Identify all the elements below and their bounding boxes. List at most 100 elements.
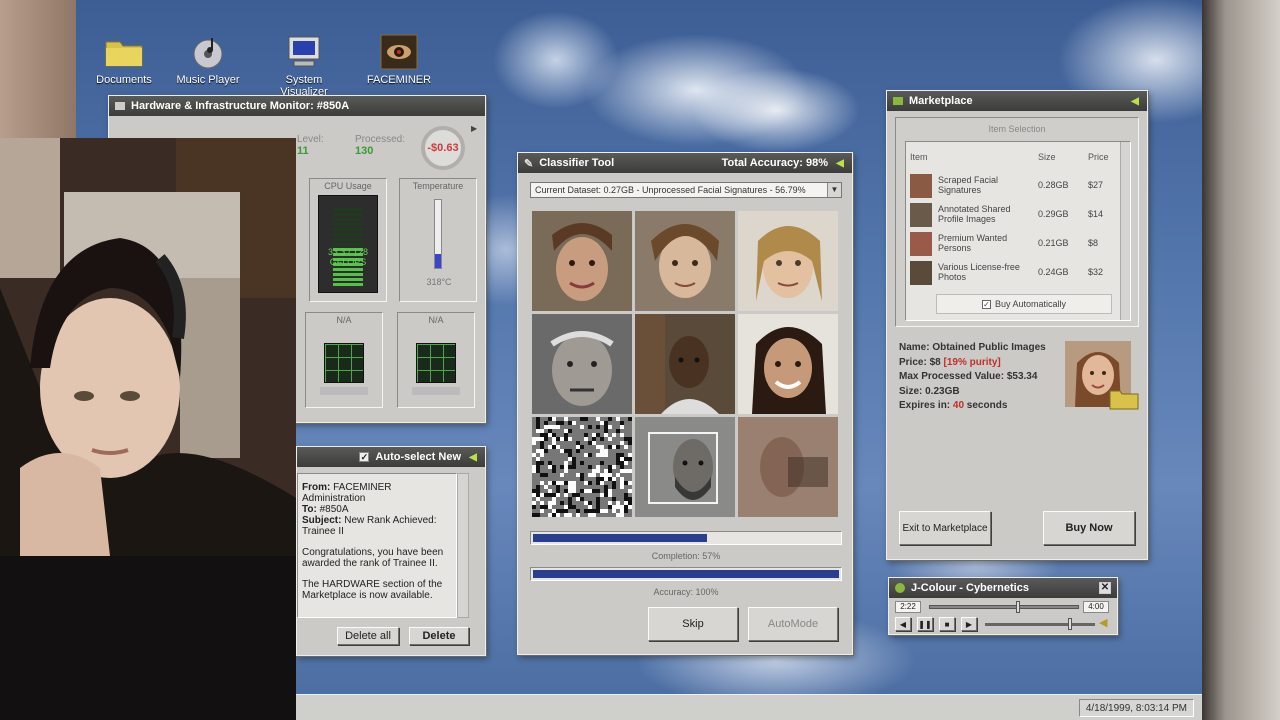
room-wall-right	[1202, 0, 1280, 720]
volume-thumb[interactable]	[1067, 618, 1072, 630]
face-tile[interactable]	[532, 211, 632, 311]
chevron-down-icon[interactable]: ▼	[827, 183, 841, 197]
market-item-row[interactable]: Premium Wanted Persons 0.21GB $8	[910, 230, 1116, 258]
minimize-icon[interactable]: ◀	[467, 451, 479, 463]
processed-value: 130	[355, 145, 374, 157]
classifier-title: Classifier Tool	[539, 157, 615, 169]
cpu-meter-bar	[333, 268, 363, 271]
monitor-icon	[284, 34, 324, 70]
item-price: $8	[1088, 238, 1099, 248]
close-icon[interactable]: ✕	[1099, 582, 1111, 594]
face-grid	[532, 211, 838, 517]
cpu-meter-bar	[333, 223, 363, 226]
classifier-titlebar[interactable]: ✎ Classifier Tool Total Accuracy: 98% ◀	[518, 153, 852, 173]
webcam-overlay	[0, 138, 296, 556]
temperature-panel: Temperature 318°C	[399, 178, 477, 302]
previous-icon[interactable]: ◀	[895, 617, 911, 631]
temperature-value: 318°C	[426, 277, 452, 287]
detail-price: Price: $8 [19% purity]	[899, 356, 1046, 371]
completion-progress-fill	[533, 534, 708, 542]
to-value: #850A	[319, 504, 349, 515]
desktop-icon-label: Music Player	[176, 74, 240, 86]
mail-window: ✓ Auto-select New ◀ From: FACEMINER Admi…	[296, 446, 486, 656]
cpu-meter-bar	[333, 218, 363, 221]
stop-icon[interactable]: ■	[939, 617, 955, 631]
market-list-scrollbar[interactable]	[1120, 142, 1130, 320]
seek-thumb[interactable]	[1016, 601, 1021, 613]
face-tile-noise[interactable]	[532, 417, 632, 517]
temperature-label: Temperature	[412, 181, 464, 191]
delete-all-button[interactable]: Delete all	[337, 627, 399, 645]
item-price: $27	[1088, 180, 1104, 190]
to-label: To:	[302, 504, 317, 515]
level-stat: Level: 11	[297, 134, 324, 157]
completion-progress	[530, 531, 842, 545]
market-item-row[interactable]: Annotated Shared Profile Images 0.29GB $…	[910, 201, 1116, 229]
hardware-slot-b: N/A	[397, 312, 475, 408]
hardware-monitor-titlebar[interactable]: Hardware & Infrastructure Monitor: #850A	[109, 96, 485, 116]
desktop-icon-faceminer[interactable]: FACEMINER	[357, 34, 441, 86]
marketplace-icon	[893, 97, 903, 105]
face-tile[interactable]	[532, 314, 632, 414]
skip-button[interactable]: Skip	[648, 607, 738, 641]
hardware-monitor-title: Hardware & Infrastructure Monitor: #850A	[131, 100, 350, 112]
total-accuracy: Total Accuracy: 98%	[721, 157, 828, 169]
item-size: 0.21GB	[1038, 238, 1069, 248]
detail-expires-suffix: seconds	[964, 400, 1008, 411]
webcam-feed	[0, 138, 296, 556]
item-name: Various License-free Photos	[938, 262, 1020, 282]
expand-arrow-icon[interactable]: ▶	[471, 124, 481, 170]
music-icon	[895, 583, 905, 593]
thermometer-fill	[435, 254, 441, 268]
next-icon[interactable]: ▶	[961, 617, 977, 631]
completion-label: Completion: 57%	[651, 551, 721, 561]
mail-titlebar[interactable]: ✓ Auto-select New ◀	[297, 447, 485, 467]
mail-scrollbar[interactable]	[457, 473, 469, 618]
seek-track[interactable]	[929, 601, 1079, 613]
folder-icon	[104, 34, 144, 70]
automode-button[interactable]: AutoMode	[748, 607, 838, 641]
pen-icon: ✎	[524, 157, 534, 170]
market-item-row[interactable]: Scraped Facial Signatures 0.28GB $27	[910, 172, 1116, 200]
media-player-titlebar[interactable]: J-Colour - Cybernetics ✕	[889, 578, 1117, 598]
item-price: $14	[1088, 209, 1104, 219]
desktop-icon-documents[interactable]: Documents	[82, 34, 166, 86]
detail-price-value: Price: $8	[899, 356, 944, 368]
cpu-meter-bar	[333, 238, 363, 241]
folder-icon	[1109, 388, 1139, 413]
volume-track[interactable]	[985, 618, 1095, 630]
delete-button[interactable]: Delete	[409, 627, 469, 645]
face-tile-selected[interactable]	[635, 417, 735, 517]
face-tile[interactable]	[738, 314, 838, 414]
speaker-icon: ◀	[1099, 617, 1108, 629]
face-tile[interactable]	[635, 314, 735, 414]
marketplace-titlebar[interactable]: Marketplace ◀	[887, 91, 1147, 111]
buy-now-button[interactable]: Buy Now	[1043, 511, 1135, 545]
grid-screen-icon	[324, 343, 364, 383]
processed-stat: Processed: 130	[355, 134, 405, 157]
auto-select-label: Auto-select New	[375, 451, 461, 463]
detail-expires-value: 40	[952, 400, 965, 411]
desktop-icon-music-player[interactable]: Music Player	[166, 34, 250, 86]
item-detail: Name: Obtained Public Images Price: $8 […	[899, 341, 1046, 414]
face-tile[interactable]	[635, 211, 735, 311]
item-thumbnail	[910, 261, 932, 285]
face-tile[interactable]	[738, 417, 838, 517]
accuracy-progress-fill	[533, 570, 839, 578]
face-tile[interactable]	[738, 211, 838, 311]
buy-automatically-toggle[interactable]: ✓ Buy Automatically	[936, 294, 1112, 314]
market-item-row[interactable]: Various License-free Photos 0.24GB $32	[910, 259, 1116, 287]
buy-automatically-checkbox[interactable]: ✓	[981, 299, 991, 309]
desktop-icon-system-visualizer[interactable]: System Visualizer	[262, 34, 346, 98]
pause-icon[interactable]: ❚❚	[917, 617, 933, 631]
minimize-icon[interactable]: ◀	[1129, 95, 1141, 107]
desktop-icon-label: FACEMINER	[366, 74, 432, 86]
dataset-select[interactable]: Current Dataset: 0.27GB - Unprocessed Fa…	[530, 182, 842, 198]
auto-select-checkbox[interactable]: ✓	[359, 452, 370, 462]
media-player-window: J-Colour - Cybernetics ✕ 2:22 4:00 ◀ ❚❚ …	[888, 577, 1118, 635]
item-price: $32	[1088, 267, 1104, 277]
exit-to-marketplace-button[interactable]: Exit to Marketplace	[899, 511, 991, 545]
item-selection-label: Item Selection	[988, 124, 1046, 134]
total-time: 4:00	[1083, 601, 1109, 613]
minimize-icon[interactable]: ◀	[834, 157, 846, 169]
